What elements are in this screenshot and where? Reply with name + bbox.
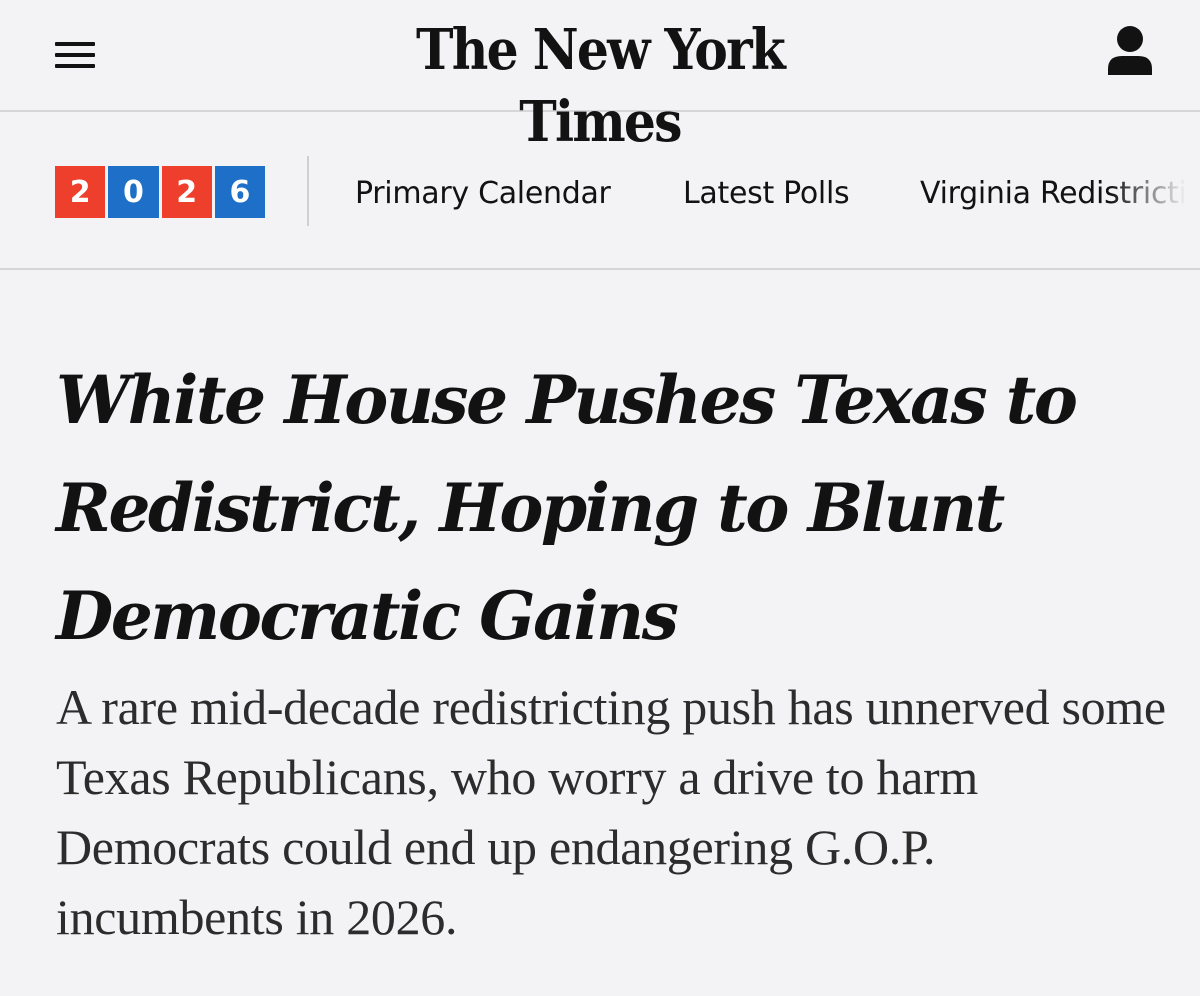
user-account-icon[interactable]	[1100, 20, 1160, 80]
top-bar: The New York Times	[0, 0, 1200, 155]
nav-link-latest-polls[interactable]: Latest Polls	[683, 174, 850, 214]
nav-link-primary-calendar[interactable]: Primary Calendar	[355, 174, 611, 214]
nav-divider	[307, 156, 309, 226]
logo-digit: 2	[55, 166, 106, 218]
election-2026-logo[interactable]: 2 0 2 6	[55, 166, 265, 218]
hamburger-menu-icon[interactable]	[52, 32, 98, 78]
article-summary: A rare mid-decade redistricting push has…	[56, 679, 1166, 945]
election-nav-bar: 2 0 2 6 Primary Calendar Latest Polls Vi…	[0, 112, 1200, 270]
logo-digit: 2	[161, 166, 212, 218]
scroll-fade	[1110, 112, 1200, 268]
article-headline[interactable]: White House Pushes Texas to Redistrict, …	[56, 346, 1156, 670]
logo-digit: 6	[214, 166, 265, 218]
logo-digit: 0	[108, 166, 159, 218]
